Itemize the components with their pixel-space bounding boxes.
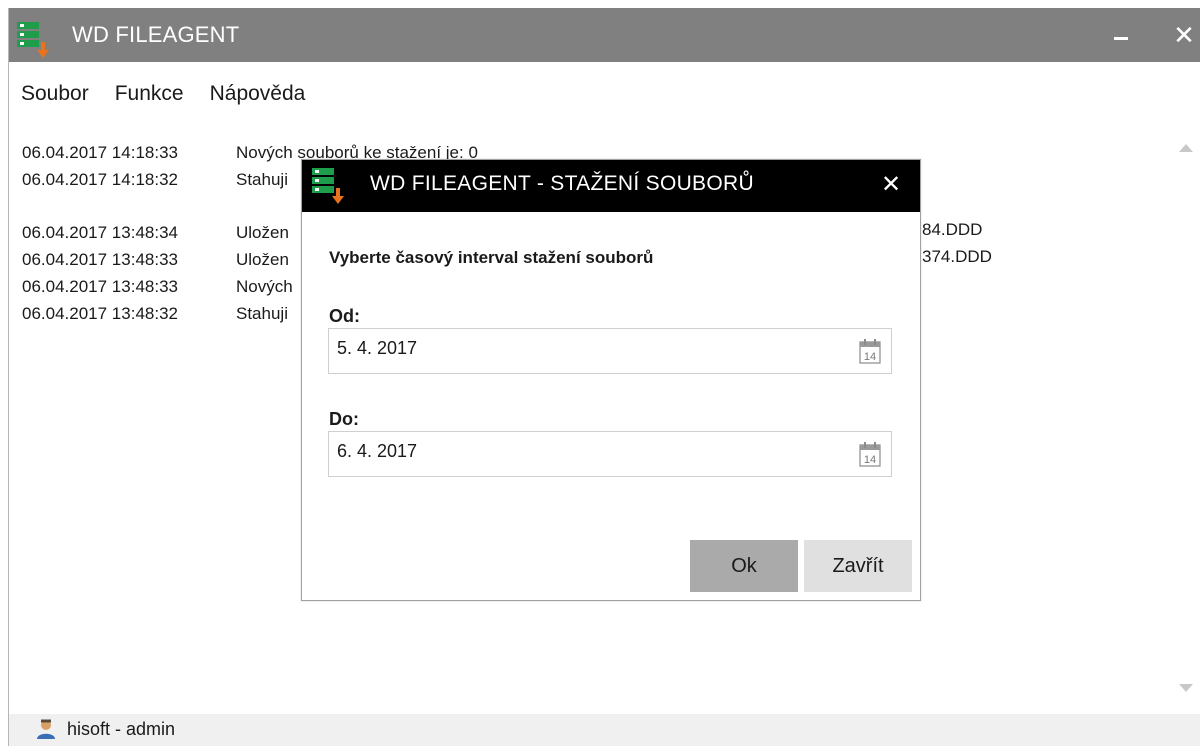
dialog-close-button[interactable]: ✕ <box>876 170 906 200</box>
server-download-icon <box>17 22 49 58</box>
log-message: Stahuji <box>236 170 288 189</box>
current-user: hisoft - admin <box>67 719 176 739</box>
log-message-tail: 374.DDD <box>922 247 992 266</box>
to-date-field[interactable]: 6. 4. 2017 14 <box>328 431 892 477</box>
to-date-value: 6. 4. 2017 <box>337 441 418 461</box>
close-button[interactable]: Zavřít <box>804 540 912 592</box>
user-icon <box>37 719 55 739</box>
log-time: 06.04.2017 14:18:32 <box>22 170 178 189</box>
dialog-title: WD FILEAGENT - STAŽENÍ SOUBORŮ <box>370 172 754 195</box>
ok-button[interactable]: Ok <box>690 540 798 592</box>
menu-napoveda[interactable]: Nápověda <box>210 82 306 106</box>
log-message: Stahuji <box>236 304 288 323</box>
log-time: 06.04.2017 13:48:33 <box>22 277 178 296</box>
from-date-value: 5. 4. 2017 <box>337 338 418 358</box>
log-message: Uložen <box>236 250 289 269</box>
menu-funkce[interactable]: Funkce <box>115 82 184 106</box>
minimize-button[interactable] <box>1109 22 1135 48</box>
calendar-icon[interactable]: 14 <box>859 441 881 467</box>
status-bar: hisoft - admin <box>9 714 1200 746</box>
from-date-field[interactable]: 5. 4. 2017 14 <box>328 328 892 374</box>
scroll-up-arrow[interactable] <box>1179 144 1193 154</box>
close-window-button[interactable]: ✕ <box>1169 20 1199 50</box>
log-time: 06.04.2017 13:48:33 <box>22 250 178 269</box>
menu-bar: Soubor Funkce Nápověda <box>21 82 331 106</box>
scroll-down-arrow[interactable] <box>1179 684 1193 694</box>
log-message: Uložen <box>236 223 289 242</box>
calendar-day: 14 <box>864 351 876 363</box>
dialog-prompt: Vyberte časový interval stažení souborů <box>329 248 654 267</box>
window-title: WD FILEAGENT <box>72 22 240 47</box>
calendar-icon[interactable]: 14 <box>859 338 881 364</box>
log-message-tail: 84.DDD <box>922 220 983 239</box>
log-message: Nových <box>236 277 293 296</box>
to-label: Do: <box>329 409 359 429</box>
download-dialog: WD FILEAGENT - STAŽENÍ SOUBORŮ ✕ Vyberte… <box>301 159 921 601</box>
title-bar: WD FILEAGENT ✕ <box>9 8 1200 62</box>
log-time: 06.04.2017 13:48:34 <box>22 223 178 242</box>
dialog-title-bar: WD FILEAGENT - STAŽENÍ SOUBORŮ ✕ <box>302 160 920 212</box>
log-time: 06.04.2017 14:18:33 <box>22 143 178 162</box>
log-time: 06.04.2017 13:48:32 <box>22 304 178 323</box>
from-label: Od: <box>329 306 360 326</box>
server-download-icon <box>312 168 344 204</box>
menu-soubor[interactable]: Soubor <box>21 82 89 106</box>
calendar-day: 14 <box>864 454 876 466</box>
